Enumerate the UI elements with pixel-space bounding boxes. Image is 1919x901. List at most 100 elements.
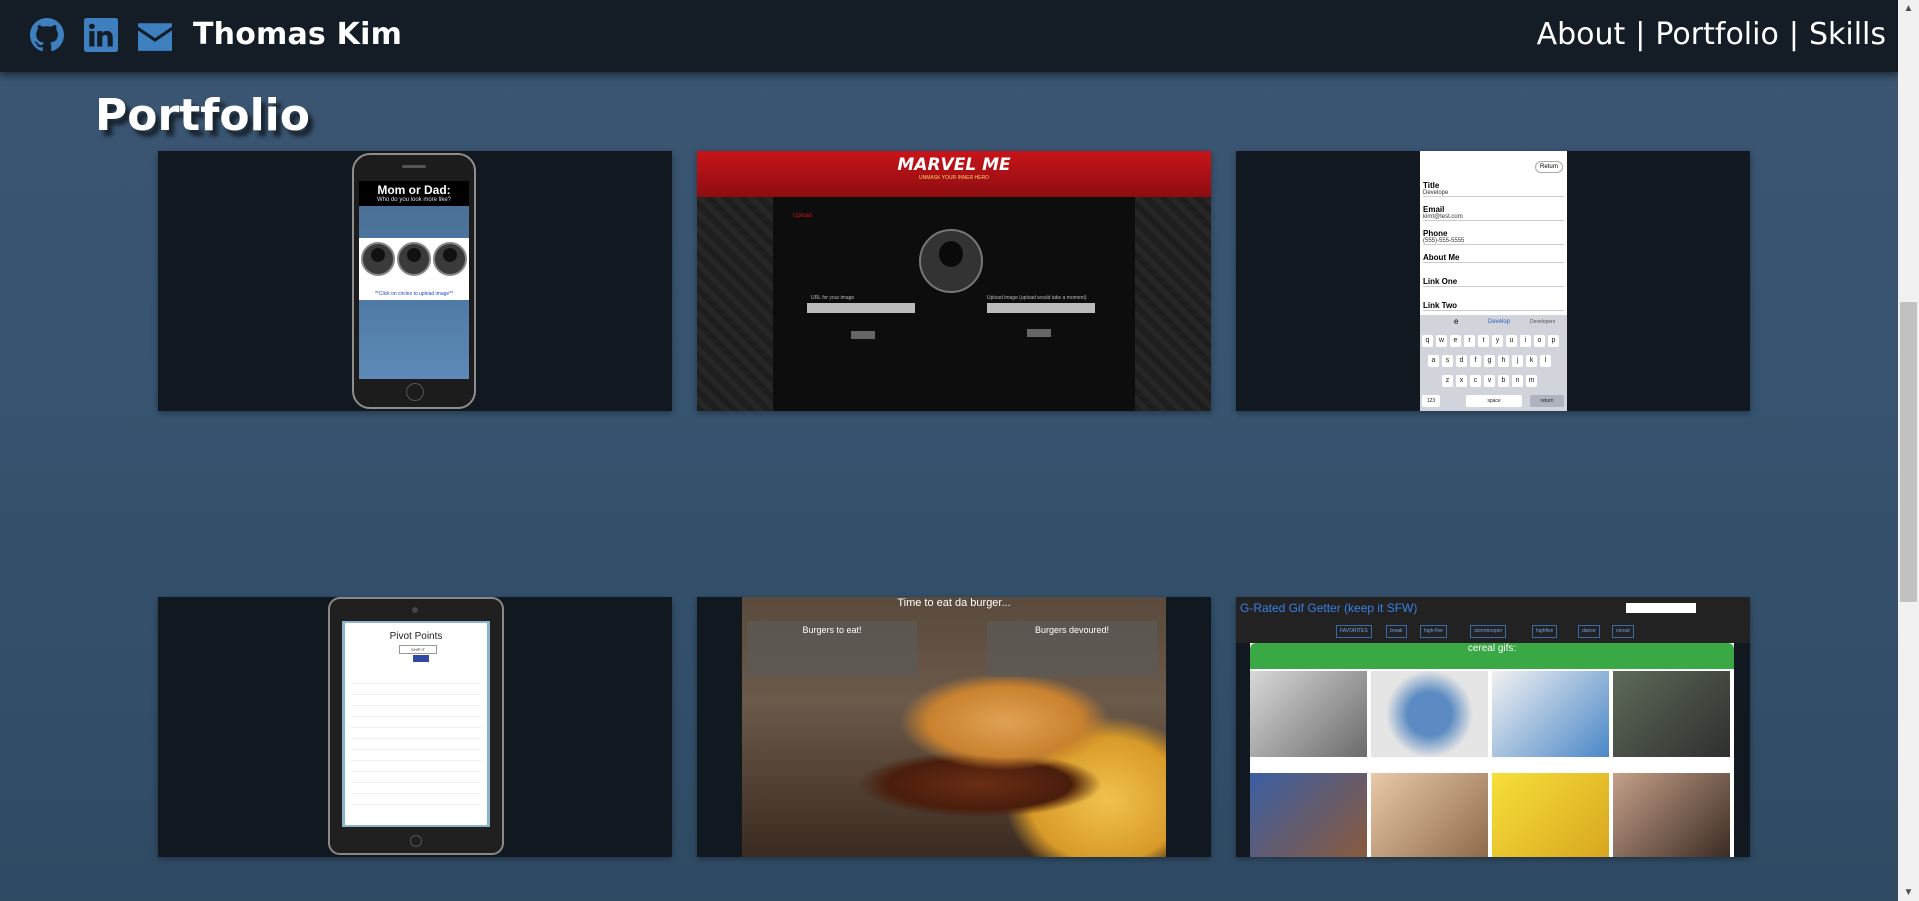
field-value: Develope: [1423, 190, 1449, 196]
scroll-down-arrow-icon[interactable]: ▼: [1898, 884, 1919, 901]
keyboard-key: w: [1436, 335, 1447, 347]
topic-button: highfive: [1532, 625, 1558, 638]
search-input: [1626, 603, 1696, 613]
scrollbar[interactable]: ▲ ▼: [1898, 0, 1919, 901]
topic-button: dance: [1578, 625, 1600, 638]
github-icon[interactable]: [30, 18, 64, 52]
field-value: kimt@test.com: [1423, 214, 1463, 220]
nav-separator: |: [1635, 17, 1646, 52]
project-subtitle: Who do you look more like?: [376, 197, 452, 203]
keyboard: e Develop Developers qwertyuiop asdfghjkl…: [1420, 315, 1567, 411]
topic-heading: cereal gifs:: [1250, 643, 1734, 669]
keyboard-key: d: [1456, 355, 1467, 367]
project-card-gif-getter[interactable]: G-Rated Gif Getter (keep it SFW) FAVORIT…: [1236, 597, 1750, 857]
keyboard-key: s: [1442, 355, 1453, 367]
phone-mockup: Mom or Dad: Who do you look more like? *…: [352, 153, 476, 409]
gif-thumbnail: [1613, 671, 1730, 757]
keyboard-key: o: [1534, 335, 1545, 347]
nav-link-portfolio[interactable]: Portfolio: [1655, 17, 1778, 52]
linkedin-icon[interactable]: [84, 18, 118, 52]
return-key: return: [1530, 395, 1564, 407]
upload-hint: **Click on circles to upload image**: [374, 291, 454, 297]
field-label: Phone: [1423, 229, 1448, 238]
upload-label: Upload: [793, 213, 813, 219]
avatar: [361, 242, 395, 276]
topic-button: cereal: [1612, 625, 1634, 638]
panel-title: Burgers to eat!: [802, 625, 862, 635]
file-input: [987, 303, 1095, 313]
scroll-up-arrow-icon[interactable]: ▲: [1898, 0, 1919, 17]
gif-thumbnail: [1250, 671, 1367, 757]
suggestion: e: [1454, 317, 1459, 326]
camera-icon: [412, 607, 418, 613]
keyboard-key: t: [1478, 335, 1489, 347]
field-value: (555)-555-5555: [1423, 238, 1465, 244]
project-card-pivot-points[interactable]: Pivot Points SHIP IT: [158, 597, 672, 857]
return-button: Return: [1534, 161, 1563, 173]
burgers-to-eat-panel: Burgers to eat!: [747, 621, 917, 677]
nav-links: About | Portfolio | Skills: [1537, 17, 1886, 52]
project-subtitle: UNMASK YOUR INNER HERO: [919, 175, 989, 181]
field-label: Link Two: [1423, 301, 1458, 310]
field-label: Email: [1423, 205, 1445, 214]
upload-image-label: Upload image (upload would take a moment…: [987, 295, 1087, 301]
keyboard-key: z: [1442, 375, 1453, 387]
suggestion: Develop: [1488, 319, 1511, 325]
gif-thumbnail: [1492, 671, 1609, 757]
face-circles: **Click on circles to upload image**: [359, 238, 469, 300]
space-key: space: [1466, 395, 1522, 407]
keyboard-key: u: [1506, 335, 1517, 347]
keyboard-key: y: [1492, 335, 1503, 347]
brand-name[interactable]: Thomas Kim: [193, 17, 402, 52]
burgers-devoured-panel: Burgers devoured!: [987, 621, 1157, 677]
ship-button: SHIP IT: [399, 645, 437, 654]
nav-link-about[interactable]: About: [1537, 17, 1626, 52]
topic-button: stormtrooper: [1470, 625, 1507, 638]
nav-separator: |: [1788, 17, 1799, 52]
project-card-marvel-me[interactable]: MARVEL ME UNMASK YOUR INNER HERO Upload …: [697, 151, 1211, 411]
keyboard-key: b: [1498, 375, 1509, 387]
project-title: Pivot Points: [389, 631, 443, 642]
phone-form-screen: Return Title Develope Email kimt@test.com …: [1420, 151, 1567, 411]
keyboard-key: r: [1464, 335, 1475, 347]
project-title: MARVEL ME: [897, 155, 1011, 175]
keyboard-key: g: [1484, 355, 1495, 367]
gif-thumbnail: [1250, 773, 1367, 857]
num-key: 123: [1422, 395, 1440, 407]
keyboard-key: h: [1498, 355, 1509, 367]
project-card-contact-form[interactable]: Return Title Develope Email kimt@test.com …: [1236, 151, 1750, 411]
panel-title: Burgers devoured!: [1034, 625, 1110, 635]
field-label: Title: [1423, 181, 1440, 190]
project-title: Time to eat da burger...: [897, 597, 1011, 609]
keyboard-key: j: [1512, 355, 1523, 367]
topic-button: high-five: [1420, 625, 1447, 638]
keyboard-key: n: [1512, 375, 1523, 387]
submit-button: [851, 331, 875, 339]
keyboard-key: v: [1484, 375, 1495, 387]
keyboard-key: f: [1470, 355, 1481, 367]
field-label: About Me: [1423, 253, 1460, 262]
page-title: Portfolio: [95, 90, 310, 141]
keyboard-key: c: [1470, 375, 1481, 387]
navbar: Thomas Kim About | Portfolio | Skills: [0, 0, 1898, 72]
home-button-icon: [410, 835, 422, 847]
keyboard-key: m: [1526, 375, 1537, 387]
envelope-icon[interactable]: [138, 20, 172, 54]
gif-grid: cereal gifs:: [1250, 643, 1734, 857]
avatar: [397, 242, 431, 276]
gif-thumbnail: [1371, 773, 1488, 857]
url-label: URL for your image: [811, 295, 855, 301]
keyboard-key: i: [1520, 335, 1531, 347]
scroll-thumb[interactable]: [1900, 302, 1917, 602]
keyboard-key: l: [1540, 355, 1551, 367]
home-button-icon: [406, 383, 424, 401]
keyboard-key: x: [1456, 375, 1467, 387]
avatar: [919, 229, 983, 293]
project-card-mom-or-dad[interactable]: Mom or Dad: Who do you look more like? *…: [158, 151, 672, 411]
upload-button: [1027, 329, 1051, 337]
keyboard-key: a: [1428, 355, 1439, 367]
project-card-burger[interactable]: Time to eat da burger... Burgers to eat!…: [697, 597, 1211, 857]
keyboard-key: q: [1422, 335, 1433, 347]
nav-link-skills[interactable]: Skills: [1809, 17, 1886, 52]
project-title: Mom or Dad:: [377, 183, 451, 197]
